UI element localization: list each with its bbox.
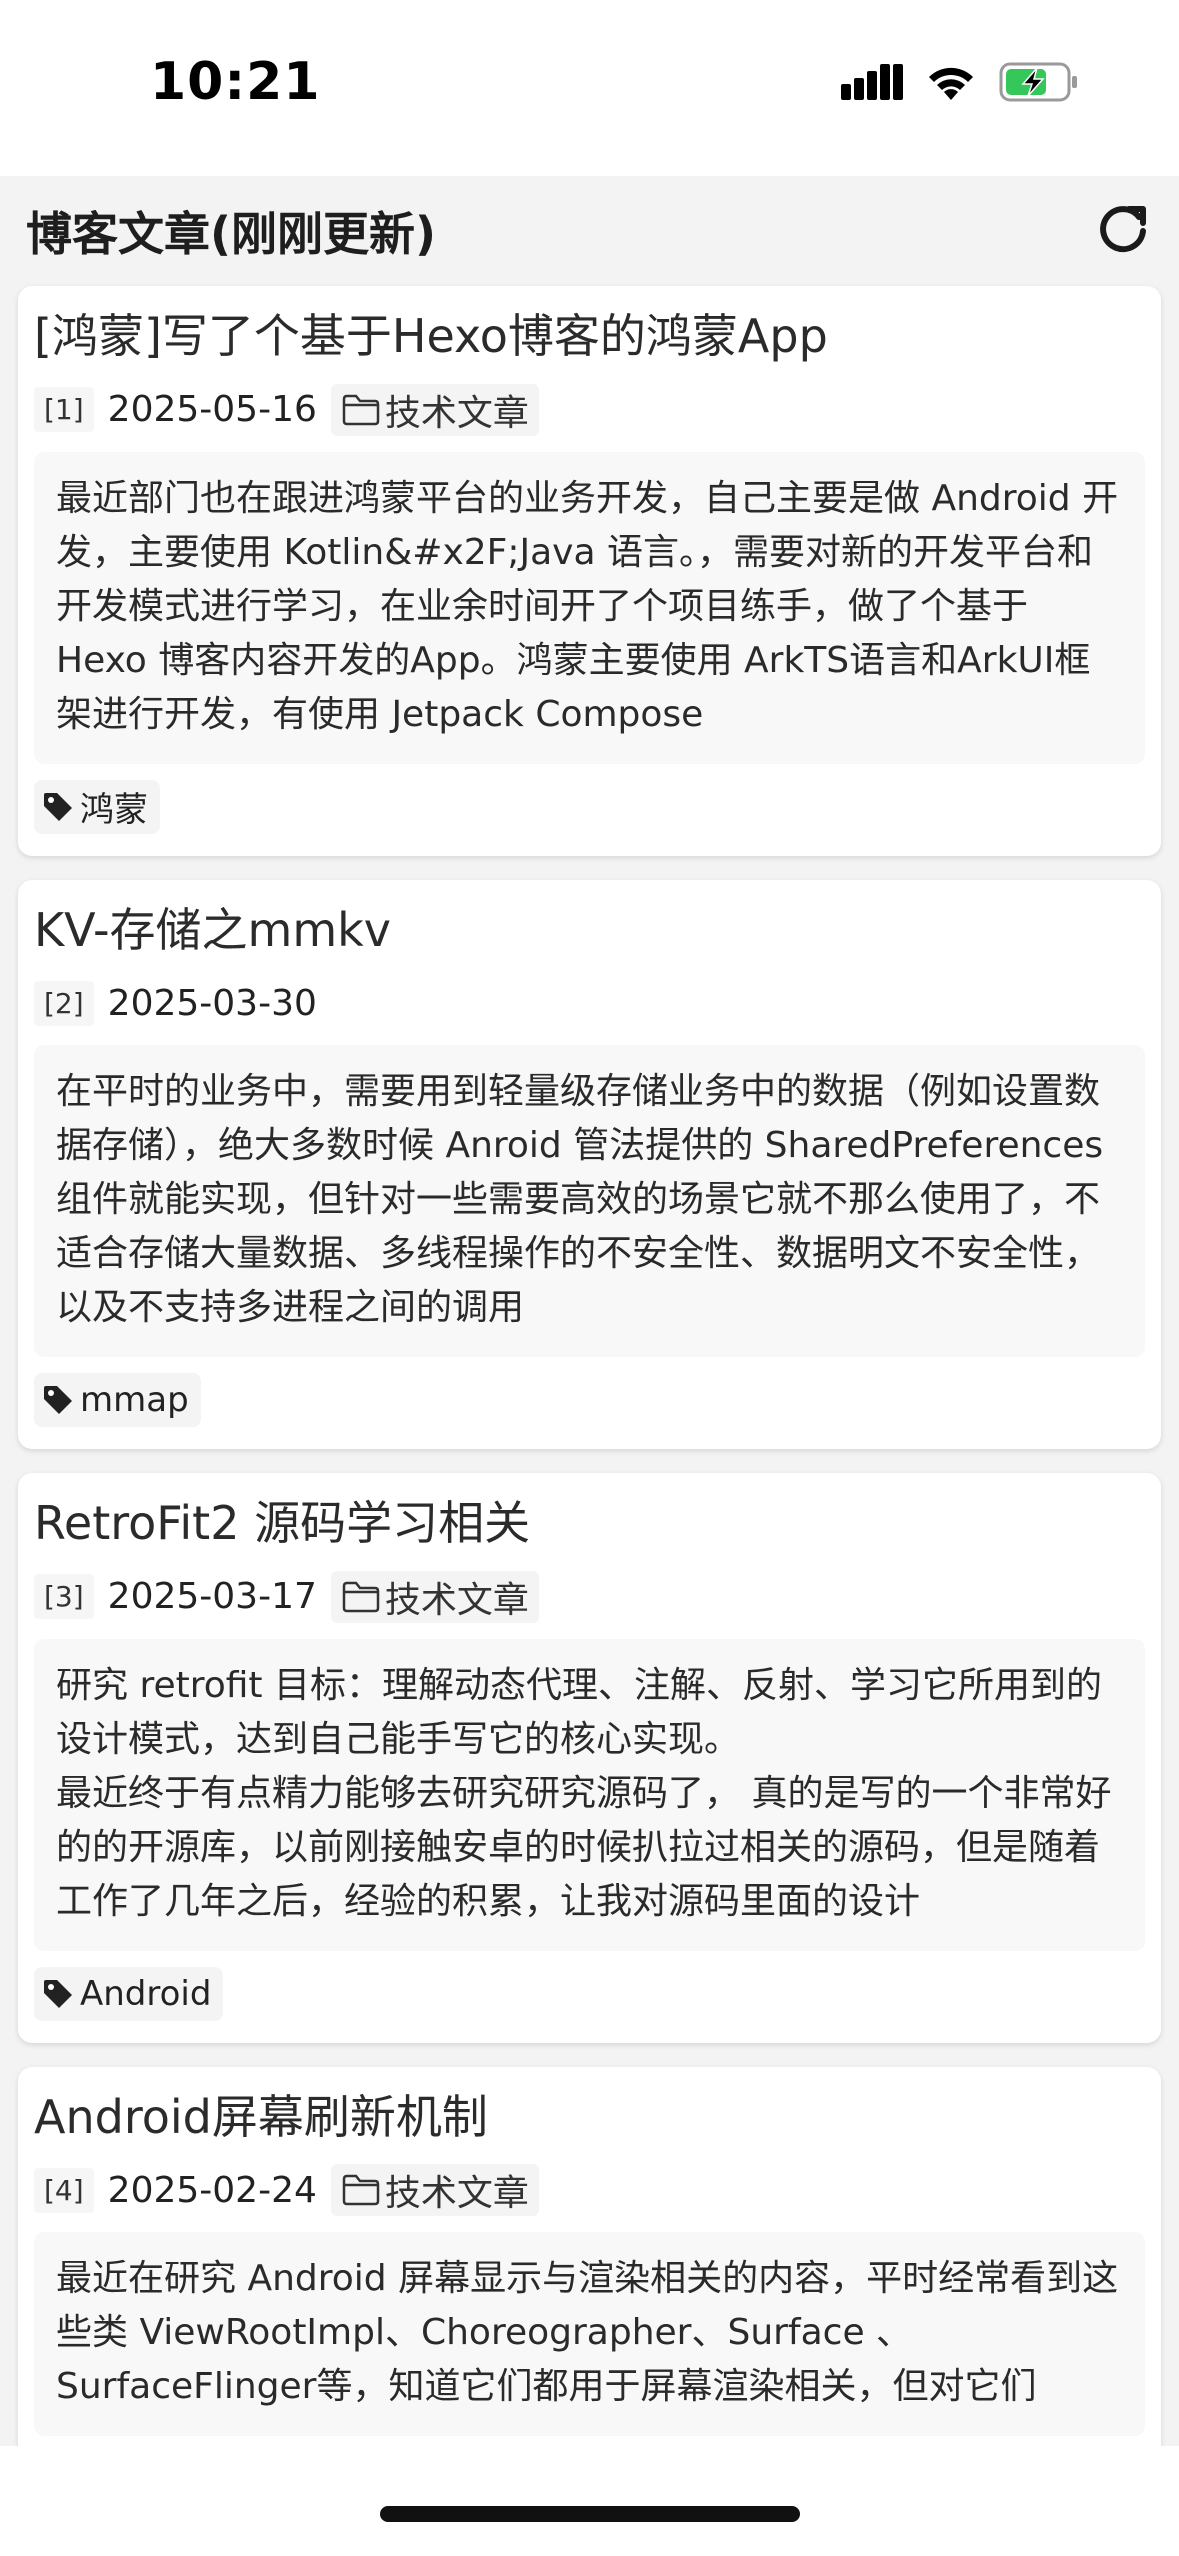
post-tag[interactable]: Android: [34, 1966, 224, 2021]
status-bar: 10:21: [0, 0, 1179, 176]
refresh-button[interactable]: [1091, 199, 1155, 263]
post-excerpt: 在平时的业务中，需要用到轻量级存储业务中的数据（例如设置数据存储），绝大多数时候…: [34, 1045, 1145, 1357]
post-index: [4]: [34, 2167, 94, 2213]
post-index: [1]: [34, 387, 94, 432]
cellular-signal-icon: [841, 64, 903, 100]
home-indicator[interactable]: [380, 2506, 800, 2522]
app-header: 博客文章(刚刚更新): [0, 176, 1179, 286]
post-title[interactable]: [鸿蒙]写了个基于Hexo博客的鸿蒙App: [34, 308, 1145, 366]
post-date: 2025-02-24: [107, 2169, 317, 2211]
tag-icon: [44, 1979, 72, 2008]
post-category-label: 技术文章: [384, 392, 529, 434]
post-excerpt: 最近在研究 Android 屏幕显示与渲染相关的内容，平时经常看到这些类 Vie…: [34, 2232, 1145, 2436]
post-meta: [4] 2025-02-24 技术文章: [34, 2162, 1145, 2218]
battery-charging-icon: [999, 62, 1077, 102]
tag-icon: [44, 1386, 72, 1414]
post-excerpt: 最近部门也在跟进鸿蒙平台的业务开发，自己主要是做 Android 开发，主要使用…: [34, 451, 1145, 764]
wifi-icon: [929, 67, 973, 100]
post-date: 2025-03-17: [107, 1576, 317, 1617]
post-tag[interactable]: 鸿蒙: [34, 779, 160, 834]
post-tag-label: mmap: [80, 1380, 189, 1420]
post-list: [鸿蒙]写了个基于Hexo博客的鸿蒙App [1] 2025-05-16 技术文…: [0, 286, 1179, 2446]
folder-icon: [342, 2174, 380, 2206]
post-index: [2]: [34, 980, 94, 1026]
post-tag-label: 鸿蒙: [80, 790, 148, 830]
post-date: 2025-05-16: [107, 389, 317, 430]
refresh-icon: [1100, 206, 1146, 253]
post-category[interactable]: 技术文章: [330, 1570, 539, 1623]
post-category-label: 技术文章: [384, 1579, 529, 1621]
post-tag-label: Android: [80, 1973, 212, 2014]
tag-icon: [44, 792, 72, 821]
post-card[interactable]: KV-存储之mmkv [2] 2025-03-30 在平时的业务中，需要用到轻量…: [18, 879, 1161, 1449]
post-meta: [2] 2025-03-30: [34, 975, 1145, 1031]
folder-icon: [342, 1581, 380, 1612]
post-card[interactable]: Android屏幕刷新机制 [4] 2025-02-24 技术文章 最近在研究 …: [18, 2066, 1161, 2446]
post-title[interactable]: Android屏幕刷新机制: [34, 2089, 1145, 2147]
post-meta: [1] 2025-05-16 技术文章: [34, 382, 1145, 438]
app-frame: 博客文章(刚刚更新) [鸿蒙]写了个基于Hexo博客的鸿蒙App [1] 202…: [0, 176, 1179, 2446]
post-title[interactable]: KV-存储之mmkv: [34, 902, 1145, 960]
bottom-safe-area: [0, 2446, 1179, 2556]
post-category[interactable]: 技术文章: [330, 2164, 539, 2216]
status-icons: [841, 62, 1079, 102]
post-card[interactable]: RetroFit2 源码学习相关 [3] 2025-03-17 技术文章 研究 …: [18, 1473, 1161, 2043]
post-meta: [3] 2025-03-17 技术文章: [34, 1569, 1145, 1625]
post-title[interactable]: RetroFit2 源码学习相关: [34, 1495, 1145, 1553]
page-title: 博客文章(刚刚更新): [26, 207, 437, 261]
post-index: [3]: [34, 1574, 94, 1619]
folder-icon: [342, 394, 380, 425]
post-card[interactable]: [鸿蒙]写了个基于Hexo博客的鸿蒙App [1] 2025-05-16 技术文…: [18, 286, 1161, 856]
status-time: 10:21: [150, 52, 321, 112]
post-category-label: 技术文章: [384, 2173, 529, 2214]
post-tag[interactable]: mmap: [34, 1373, 201, 1427]
post-date: 2025-03-30: [107, 982, 317, 1024]
post-category[interactable]: 技术文章: [330, 383, 539, 436]
post-excerpt: 研究 retrofit 目标：理解动态代理、注解、反射、学习它所用到的设计模式，…: [34, 1638, 1145, 1951]
